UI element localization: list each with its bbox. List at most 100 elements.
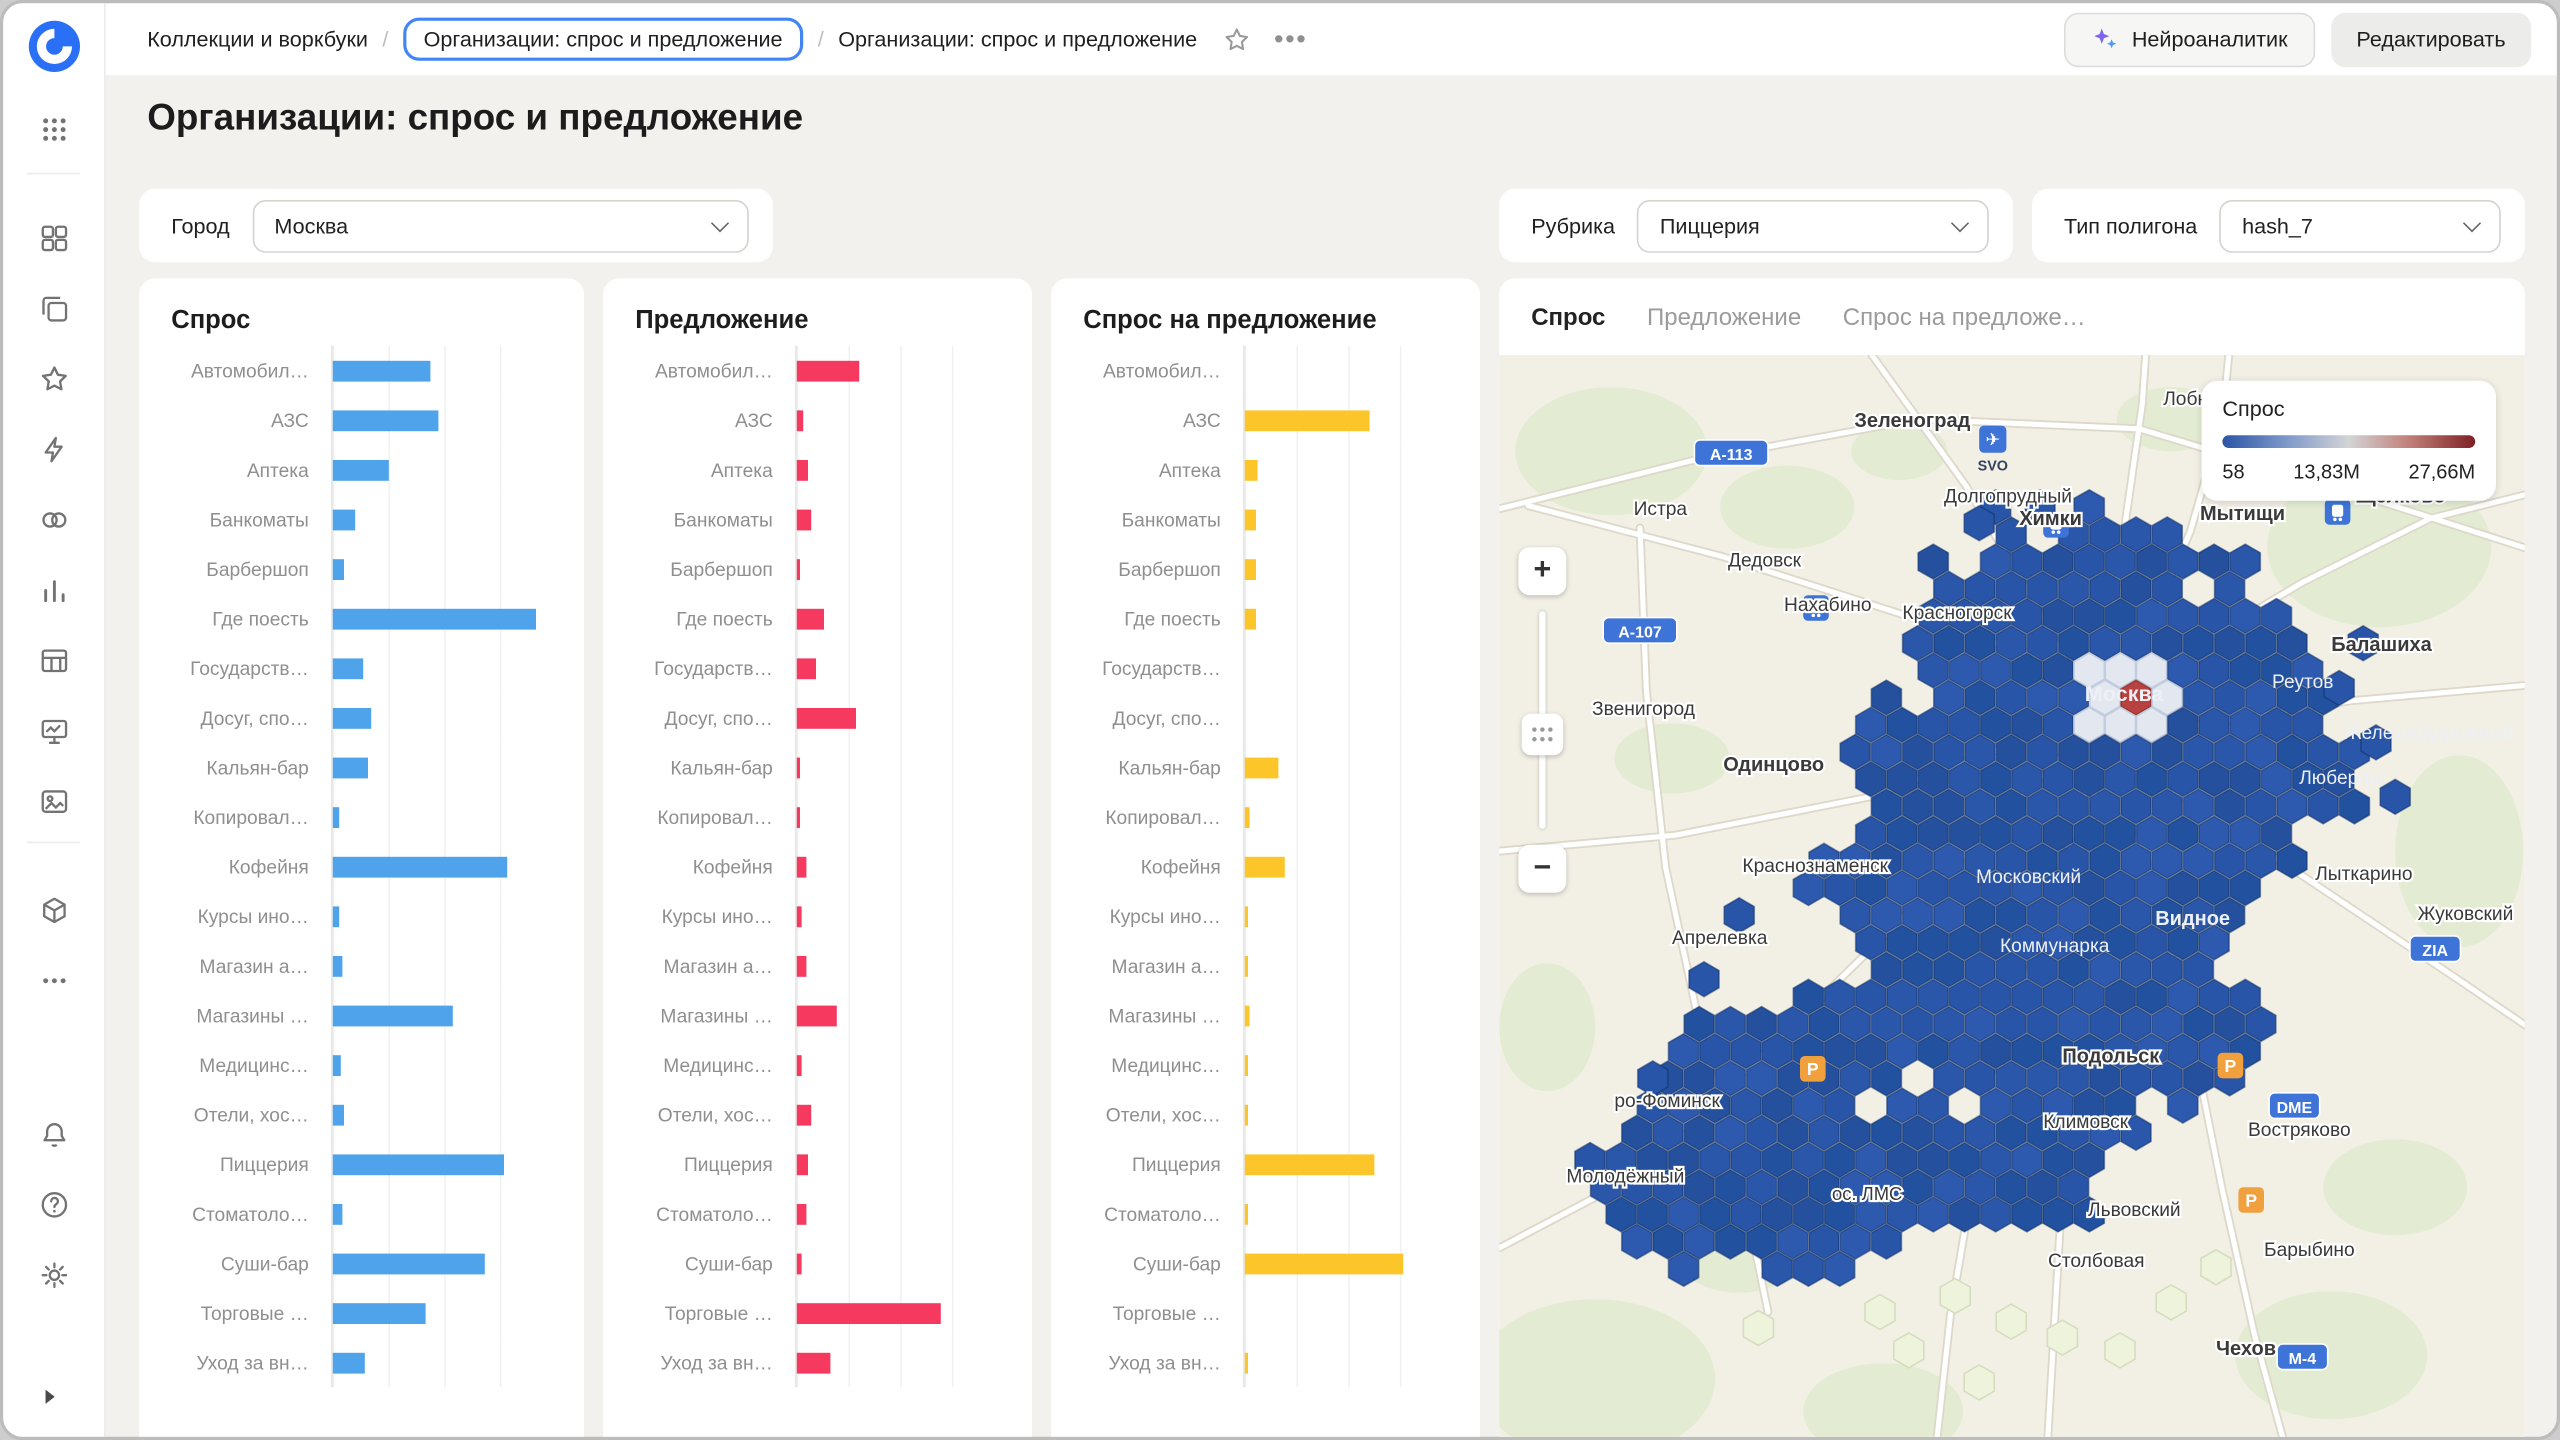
map-place-label: Востряково [2248,1120,2351,1141]
bar-row: Торговые … [1074,1288,1452,1338]
favorite-star-icon[interactable] [1223,25,1252,54]
zoom-slider-handle[interactable] [1522,714,1564,756]
app-window: Коллекции и воркбуки / Организации: спро… [0,0,2560,1440]
bar-row: АЗС [626,395,1004,445]
category-label: Магазины … [626,1004,773,1026]
bar-row: Досуг, спо… [626,693,1004,743]
help-icon[interactable] [23,1174,84,1235]
zoom-out-button[interactable]: − [1518,845,1566,893]
bar-track [795,494,1003,544]
favorites-icon[interactable] [23,349,84,410]
map-place-label: Московский [1976,867,2081,888]
map-place-label: ос. ЛМС [1832,1183,1902,1204]
bar [797,906,802,927]
map-place-label: Истра [1634,499,1688,520]
collapse-icon[interactable] [32,1379,67,1414]
breadcrumb-current-page[interactable]: Организации: спрос и предложение [838,27,1197,51]
zoom-in-button[interactable]: + [1518,547,1566,595]
bar [333,608,536,629]
legend-max: 27,66M [2408,461,2475,483]
bar-track [1243,1288,1451,1338]
settings-icon[interactable] [23,1245,84,1306]
workbooks-icon[interactable] [23,278,84,339]
category-label: Государств… [1074,657,1221,679]
quick-actions-icon[interactable] [23,419,84,480]
city-select-value: Москва [274,214,348,238]
edit-button[interactable]: Редактировать [2331,12,2531,66]
lens-icon[interactable] [23,490,84,551]
category-label: Суши-бар [162,1252,309,1274]
map-place-label: Барыбино [2264,1240,2355,1261]
bar [797,707,856,728]
bar [797,1253,802,1274]
bar-track [795,1040,1003,1090]
map-place-label: Лыткарино [2315,864,2412,885]
map-tab-supply[interactable]: Предложение [1647,303,1801,330]
map-tab-demand-per-supply[interactable]: Спрос на предложе… [1843,303,2086,330]
svg-text:P: P [2225,1056,2237,1076]
media-icon[interactable] [23,771,84,832]
bar [1245,459,1258,480]
map-place-label: Красногорск [1902,603,2012,624]
rubric-select[interactable]: Пиццерия [1637,199,1988,252]
category-label: Кальян-бар [1074,756,1221,778]
bar-row: Торговые … [162,1288,556,1338]
bar-row: Кальян-бар [162,742,556,792]
map-place-label: Люберцы [2299,768,2383,789]
bar-track [795,1090,1003,1140]
bar [333,1104,344,1125]
hex-cell [1949,1197,1979,1232]
legend-gradient [2222,435,2475,448]
bar [1245,1352,1249,1373]
neuro-analyst-button[interactable]: Нейроаналитик [2065,12,2315,66]
datalens-logo[interactable] [23,16,84,77]
bar-track [331,842,555,892]
map-place-label: Химки [2019,508,2082,530]
bar-track [795,891,1003,941]
map-tab-demand[interactable]: Спрос [1531,303,1605,330]
category-label: АЗС [626,409,773,431]
bar [1245,558,1256,579]
apps-menu-icon[interactable] [23,99,84,160]
services-icon[interactable] [23,880,84,941]
svg-text:P: P [1807,1059,1819,1079]
map-image[interactable]: ✈SVOPPPА-113А-107М-4DMEZIAЛобняЗеленогра… [1499,355,2525,1440]
map-canvas[interactable]: ✈SVOPPPА-113А-107М-4DMEZIAЛобняЗеленогра… [1499,355,2525,1440]
map-legend: Спрос 58 13,83M 27,66M [2202,381,2496,501]
map-place-label: Подольск [2062,1045,2160,1067]
bar-row: Банкоматы [162,494,556,544]
polygon-type-select[interactable]: hash_7 [2220,199,2501,252]
more-icon[interactable] [23,950,84,1011]
bar [797,856,806,877]
bar-row: Автомобил… [162,346,556,396]
bar-track [795,1238,1003,1288]
breadcrumb-collections[interactable]: Коллекции и воркбуки [147,27,368,51]
tables-icon[interactable] [23,630,84,691]
more-actions-icon[interactable]: ••• [1274,31,1307,47]
map-place-label: Долгопрудный [1944,486,2072,507]
category-label: Уход за вн… [162,1351,309,1373]
bar-row: Государств… [162,643,556,693]
breadcrumb-separator: / [818,27,824,51]
dashboards-icon[interactable] [23,208,84,269]
topbar: Коллекции и воркбуки / Организации: спро… [106,3,2557,77]
map-place-label: Реутов [2272,672,2333,693]
bar-row: Медицинс… [626,1040,1004,1090]
bar-row: Отели, хос… [626,1090,1004,1140]
bar-track [331,1040,555,1090]
chevron-down-icon [1951,214,1969,232]
bar-track [1243,1090,1451,1140]
bar-track [1243,494,1451,544]
category-label: АЗС [1074,409,1221,431]
breadcrumb-workbook-selected[interactable]: Организации: спрос и предложение [403,18,804,61]
bar-track [795,742,1003,792]
bar [797,1302,942,1323]
city-select[interactable]: Москва [252,199,749,252]
bar-row: Уход за вн… [162,1338,556,1388]
map-place-label: Балашиха [2331,634,2432,656]
monitoring-icon[interactable] [23,701,84,762]
charts-icon[interactable] [23,560,84,621]
notifications-icon[interactable] [23,1104,84,1165]
bar-track [795,643,1003,693]
category-label: Кофейня [162,855,309,877]
